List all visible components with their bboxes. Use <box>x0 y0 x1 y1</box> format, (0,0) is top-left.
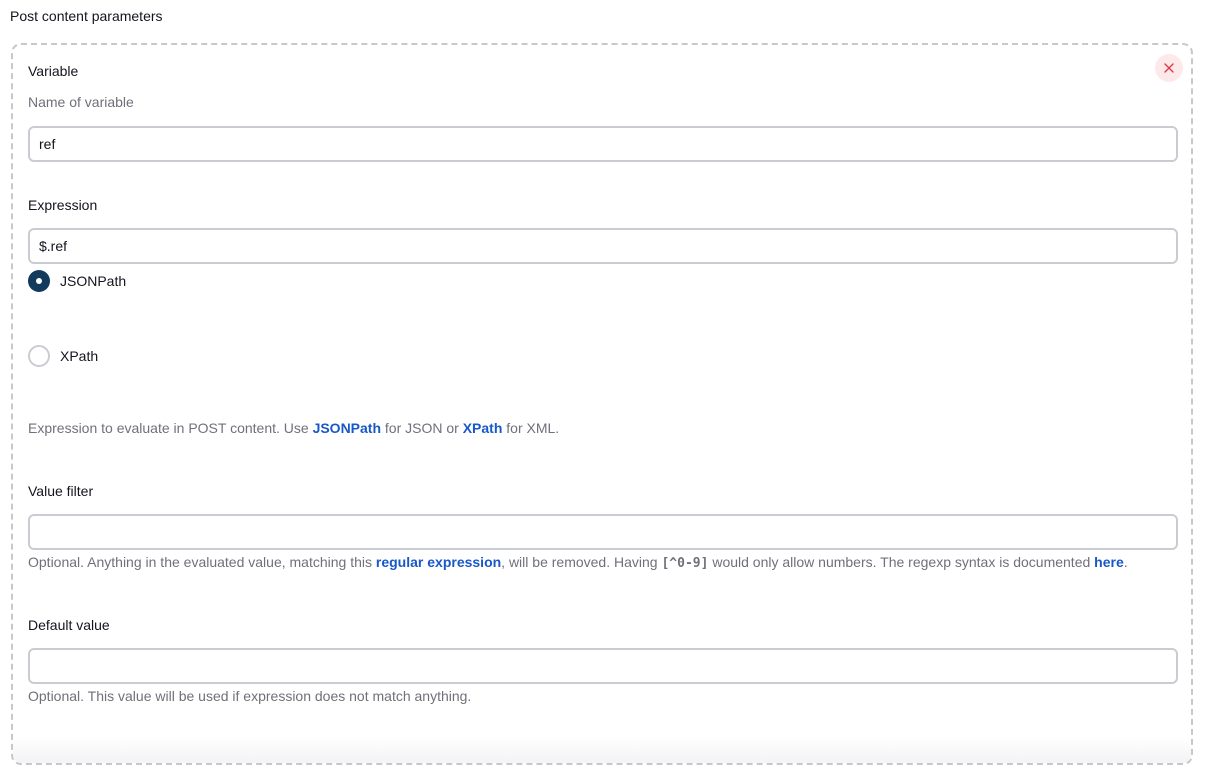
radio-xpath-label: XPath <box>60 348 99 364</box>
card-bottom-shadow <box>13 737 1191 763</box>
default-value-label: Default value <box>28 617 110 633</box>
parameter-card: Variable Name of variable Expression JSO… <box>11 43 1193 765</box>
expression-input[interactable] <box>28 228 1178 264</box>
expression-help: Expression to evaluate in POST content. … <box>28 419 559 437</box>
xpath-link[interactable]: XPath <box>463 420 503 436</box>
radio-jsonpath-label: JSONPath <box>60 273 127 289</box>
expression-label: Expression <box>28 197 98 213</box>
value-filter-input[interactable] <box>28 514 1178 550</box>
expression-help-prefix: Expression to evaluate in POST content. … <box>28 420 313 436</box>
variable-input[interactable] <box>28 126 1178 162</box>
value-filter-help: Optional. Anything in the evaluated valu… <box>28 553 1128 573</box>
value-filter-help-prefix: Optional. Anything in the evaluated valu… <box>28 554 376 570</box>
regular-expression-link[interactable]: regular expression <box>376 554 501 570</box>
radio-xpath[interactable]: XPath <box>28 345 98 367</box>
value-filter-help-middle: , will be removed. Having <box>501 554 662 570</box>
page: Post content parameters Variable Name of… <box>0 0 1206 777</box>
radio-jsonpath[interactable]: JSONPath <box>28 270 126 292</box>
expression-help-suffix: for XML. <box>502 420 560 436</box>
regexp-docs-link[interactable]: here <box>1094 554 1124 570</box>
radio-jsonpath-button[interactable] <box>28 270 50 292</box>
regex-example-code: [^0-9] <box>661 556 709 571</box>
section-title: Post content parameters <box>10 8 163 24</box>
delete-parameter-button[interactable] <box>1155 54 1183 82</box>
radio-xpath-button[interactable] <box>28 345 50 367</box>
value-filter-help-suffix: . <box>1123 554 1128 570</box>
variable-description: Name of variable <box>28 94 134 110</box>
expression-help-middle: for JSON or <box>381 420 463 436</box>
value-filter-label: Value filter <box>28 483 94 499</box>
default-value-input[interactable] <box>28 648 1178 684</box>
jsonpath-link[interactable]: JSONPath <box>313 420 381 436</box>
variable-label: Variable <box>28 63 79 79</box>
close-icon <box>1164 63 1174 73</box>
value-filter-help-middle2: would only allow numbers. The regexp syn… <box>708 554 1095 570</box>
default-value-help: Optional. This value will be used if exp… <box>28 688 472 704</box>
